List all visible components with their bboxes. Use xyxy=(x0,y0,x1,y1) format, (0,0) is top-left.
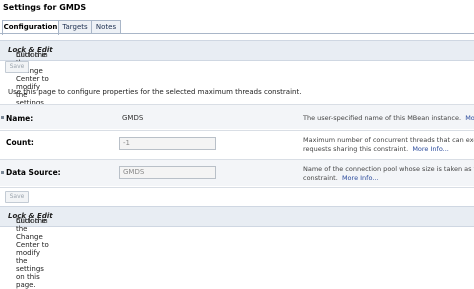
data-source-label: Data Source: xyxy=(6,168,61,177)
save-button-top[interactable]: Save xyxy=(5,61,29,73)
message-suffix: button in the Change Center to modify th… xyxy=(16,217,49,289)
data-source-description: Name of the connection pool whose size i… xyxy=(303,165,474,182)
name-value: GMDS xyxy=(122,114,144,122)
name-label: Name: xyxy=(6,114,34,123)
tab-notes[interactable]: Notes xyxy=(91,20,121,34)
save-button-bottom[interactable]: Save xyxy=(5,191,29,203)
field-marker-icon xyxy=(1,116,4,119)
field-marker-icon xyxy=(1,171,4,174)
change-center-message-bottom: Click the Lock & Edit button in the Chan… xyxy=(0,206,474,289)
tab-targets[interactable]: Targets xyxy=(58,20,92,34)
page-title: Settings for GMDS xyxy=(3,3,87,12)
change-center-message-top: Click the Lock & Edit button in the Chan… xyxy=(0,40,474,123)
divider xyxy=(0,187,474,188)
name-more-info-link[interactable]: More In xyxy=(465,114,474,122)
data-source-more-info-link[interactable]: More Info... xyxy=(342,174,379,182)
count-more-info-link[interactable]: More Info... xyxy=(412,145,449,153)
count-description: Maximum number of concurrent threads tha… xyxy=(303,136,474,153)
name-description: The user-specified name of this MBean in… xyxy=(303,114,474,123)
count-label: Count: xyxy=(6,138,34,147)
tab-strip-divider xyxy=(0,33,474,34)
intro-text: Use this page to configure properties fo… xyxy=(8,88,302,96)
data-source-input[interactable]: GMDS xyxy=(119,166,216,179)
count-input[interactable]: -1 xyxy=(119,137,216,150)
